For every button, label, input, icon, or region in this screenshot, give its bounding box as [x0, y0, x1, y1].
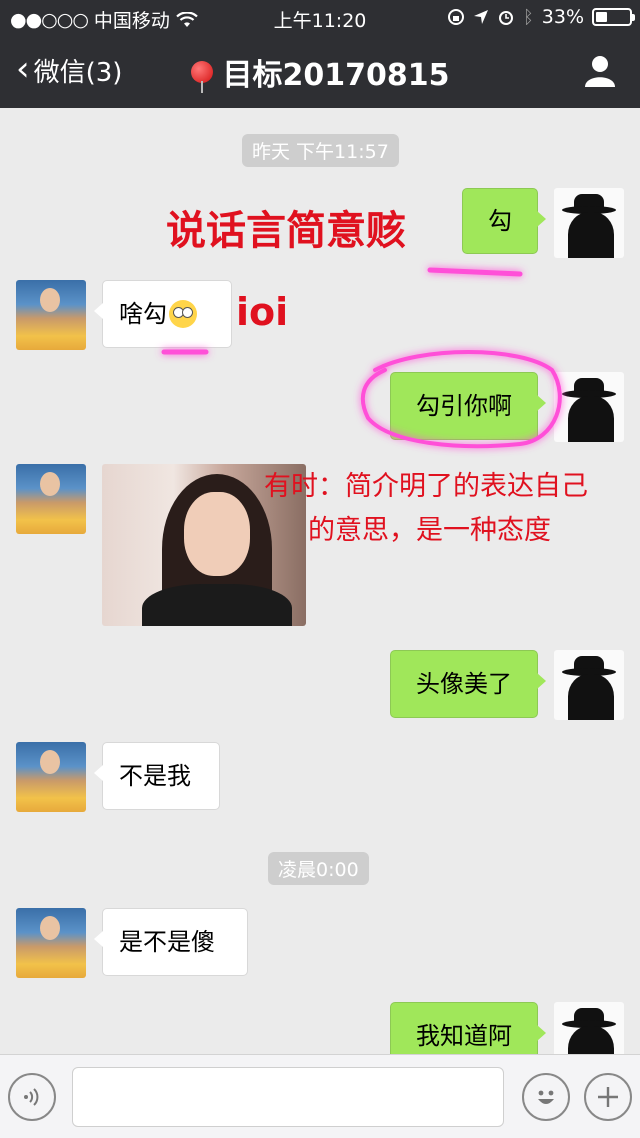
message-input[interactable] — [72, 1067, 504, 1127]
top-bar: ●●○○○ 中国移动 上午11:20 ᛒ 33% ‹ 微信(3) 目标20170… — [0, 0, 640, 108]
emoji-button[interactable] — [522, 1073, 570, 1121]
location-arrow-icon — [473, 10, 488, 24]
bluetooth-icon: ᛒ — [522, 6, 534, 28]
profile-icon[interactable] — [582, 54, 618, 88]
input-bar — [0, 1054, 640, 1138]
nav-bar: ‹ 微信(3) 目标20170815 — [0, 40, 640, 104]
battery-percent: 33% — [541, 6, 584, 28]
chat-title-text: 目标20170815 — [222, 58, 450, 93]
status-bar: ●●○○○ 中国移动 上午11:20 ᛒ 33% — [0, 0, 640, 36]
smiley-icon — [538, 1090, 554, 1104]
highlight-overlay — [161, 267, 562, 449]
chat-area[interactable]: 昨天 下午11:57 勾 说话言简意赅 啥勾 ioi 勾引你啊 有时：简介明了的… — [0, 108, 640, 1054]
battery-level — [596, 12, 607, 22]
circle-mark — [360, 350, 562, 449]
chat-title: 目标20170815 — [0, 50, 640, 94]
underline-mark — [427, 267, 523, 277]
balloon-icon — [190, 61, 213, 93]
voice-button[interactable] — [8, 1073, 56, 1121]
rotation-lock-icon — [447, 9, 464, 25]
plus-icon — [598, 1087, 618, 1107]
voice-icon — [24, 1088, 39, 1106]
alarm-icon — [498, 11, 513, 25]
more-button[interactable] — [584, 1073, 632, 1121]
battery-icon — [592, 8, 635, 26]
